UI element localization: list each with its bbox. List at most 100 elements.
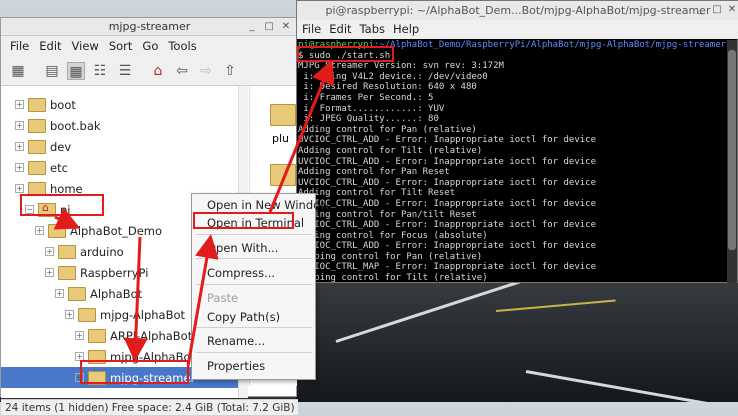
terminal-line: i: JPEG Quality......: 80 xyxy=(298,114,439,125)
file-manager-toolbar: ▦ ▤ ▦ ☷ ☰ ⌂ ⇦ ⇨ ⇧ xyxy=(1,56,298,86)
back-arrow-icon[interactable]: ⇦ xyxy=(173,62,191,80)
folder-icon xyxy=(88,328,106,343)
terminal-menu-help[interactable]: Help xyxy=(393,20,419,39)
minimize-icon[interactable]: _ xyxy=(246,21,258,33)
expander-icon[interactable]: + xyxy=(65,310,74,319)
menu-item[interactable]: Compress... xyxy=(207,266,275,280)
tree-item-label: boot xyxy=(50,97,76,112)
forward-arrow-icon[interactable]: ⇨ xyxy=(197,62,215,80)
terminal-window: pi@raspberrypi: ~/AlphaBot_Dem...Bot/mjp… xyxy=(296,0,738,283)
menu-sort[interactable]: Sort xyxy=(109,36,133,56)
menu-edit[interactable]: Edit xyxy=(39,36,61,56)
menu-file[interactable]: File xyxy=(10,36,29,56)
terminal-scrollbar[interactable] xyxy=(727,40,737,283)
menu-separator xyxy=(196,234,312,235)
tree-item[interactable]: + boot xyxy=(15,94,76,115)
expander-icon[interactable]: + xyxy=(75,331,84,340)
expander-icon[interactable]: + xyxy=(15,142,24,151)
terminal-line: UVCIOC_CTRL_ADD - Error: Inappropriate i… xyxy=(298,156,597,167)
tree-item-label: AlphaBot_Demo xyxy=(70,223,163,238)
expander-icon[interactable]: + xyxy=(15,100,24,109)
menu-item[interactable]: Rename... xyxy=(207,334,265,348)
folder-icon[interactable] xyxy=(270,164,296,186)
terminal-output[interactable]: pi@raspberrypi:~/AlphaBot_Demo/Raspberry… xyxy=(298,40,726,283)
terminal-line: MJPG Streamer Version: svn rev: 3:172M xyxy=(298,61,504,72)
icon-view-icon[interactable]: ▤ xyxy=(43,62,61,80)
tree-item-label: AlphaBot xyxy=(90,286,143,301)
tree-item[interactable]: + RaspberryPi xyxy=(45,262,148,283)
tree-item-label: dev xyxy=(50,139,72,154)
close-icon[interactable]: ✕ xyxy=(726,4,738,16)
terminal-menubar: File Edit Tabs Help xyxy=(297,20,738,39)
menu-separator xyxy=(196,352,312,353)
folder-icon xyxy=(28,139,46,154)
maximize-icon[interactable]: □ xyxy=(263,21,275,33)
expander-icon[interactable]: + xyxy=(45,247,54,256)
terminal-line: Adding control for Pan Reset xyxy=(298,167,450,178)
terminal-line: UVCIOC_CTRL_ADD - Error: Inappropriate i… xyxy=(298,220,597,231)
tree-item-label: RaspberryPi xyxy=(80,265,149,280)
tree-item[interactable]: + AlphaBot_Demo xyxy=(35,220,162,241)
compact-view-icon[interactable]: ☷ xyxy=(91,62,109,80)
menu-separator xyxy=(196,327,312,328)
terminal-line: UVCIOC_CTRL_MAP - Error: Inappropriate i… xyxy=(298,262,597,273)
file-label: plu xyxy=(272,132,290,145)
terminal-line: i: Frames Per Second.: 5 xyxy=(298,92,434,103)
folder-icon xyxy=(78,307,96,322)
expander-icon[interactable]: + xyxy=(15,121,24,130)
menu-item[interactable]: Open in New Window xyxy=(207,198,330,212)
terminal-menu-tabs[interactable]: Tabs xyxy=(360,20,385,39)
folder-icon xyxy=(58,265,76,280)
folder-icon xyxy=(28,118,46,133)
menu-item[interactable]: Copy Path(s) xyxy=(207,310,280,324)
places-pane-icon[interactable]: ▦ xyxy=(9,62,27,80)
expander-icon[interactable]: + xyxy=(35,226,44,235)
terminal-menu-file[interactable]: File xyxy=(302,20,321,39)
desktop-wallpaper xyxy=(296,270,738,402)
maximize-icon[interactable]: □ xyxy=(711,4,723,16)
tree-item-label: ARPI-AlphaBot xyxy=(110,328,193,343)
menu-item[interactable]: Properties xyxy=(207,359,265,373)
expander-icon[interactable]: + xyxy=(55,289,64,298)
terminal-line: UVCIOC_CTRL_ADD - Error: Inappropriate i… xyxy=(298,177,597,188)
terminal-line: UVCIOC_CTRL_ADD - Error: Inappropriate i… xyxy=(298,198,597,209)
list-view-icon[interactable]: ☰ xyxy=(116,62,134,80)
tree-item[interactable]: + mjpg-AlphaBot xyxy=(65,304,185,325)
highlight-open-in-terminal xyxy=(193,212,294,229)
terminal-line: mapping control for Tilt (relative) xyxy=(298,273,488,283)
tree-item[interactable]: + dev xyxy=(15,136,71,157)
highlight-start-command xyxy=(297,46,394,62)
thumbnail-view-icon[interactable]: ▦ xyxy=(67,62,85,80)
terminal-line: i: Format............: YUV xyxy=(298,103,445,114)
highlight-mjpg-streamer xyxy=(80,360,189,384)
file-manager-menubar: File Edit View Sort Go Tools xyxy=(1,36,298,56)
tree-item-label: boot.bak xyxy=(50,118,101,133)
menu-separator xyxy=(196,284,312,285)
minimize-icon[interactable]: _ xyxy=(695,4,707,16)
terminal-line: UVCIOC_CTRL_ADD - Error: Inappropriate i… xyxy=(298,135,597,146)
expander-icon[interactable]: + xyxy=(15,184,24,193)
menu-item[interactable]: Open With... xyxy=(207,241,278,255)
terminal-line: i: Desired Resolution: 640 x 480 xyxy=(298,82,477,93)
menu-go[interactable]: Go xyxy=(142,36,158,56)
menu-tools[interactable]: Tools xyxy=(168,36,196,56)
tree-item[interactable]: + AlphaBot xyxy=(55,283,142,304)
tree-item[interactable]: + boot.bak xyxy=(15,115,101,136)
menu-separator xyxy=(196,258,312,259)
terminal-title: pi@raspberrypi: ~/AlphaBot_Dem...Bot/mjp… xyxy=(297,1,738,20)
close-icon[interactable]: ✕ xyxy=(280,21,292,33)
up-arrow-icon[interactable]: ⇧ xyxy=(221,62,239,80)
tree-item[interactable]: + ARPI-AlphaBot xyxy=(75,325,192,346)
tree-item-label: arduino xyxy=(80,244,124,259)
home-icon[interactable]: ⌂ xyxy=(149,62,167,80)
folder-icon[interactable] xyxy=(270,104,296,126)
expander-icon[interactable]: + xyxy=(15,163,24,172)
terminal-line: Adding control for Focus (absolute) xyxy=(298,230,488,241)
menu-view[interactable]: View xyxy=(72,36,99,56)
tree-item[interactable]: + etc xyxy=(15,157,68,178)
expander-icon[interactable]: + xyxy=(45,268,54,277)
terminal-menu-edit[interactable]: Edit xyxy=(329,20,351,39)
folder-icon xyxy=(68,286,86,301)
folder-icon xyxy=(28,97,46,112)
tree-item[interactable]: + arduino xyxy=(45,241,124,262)
